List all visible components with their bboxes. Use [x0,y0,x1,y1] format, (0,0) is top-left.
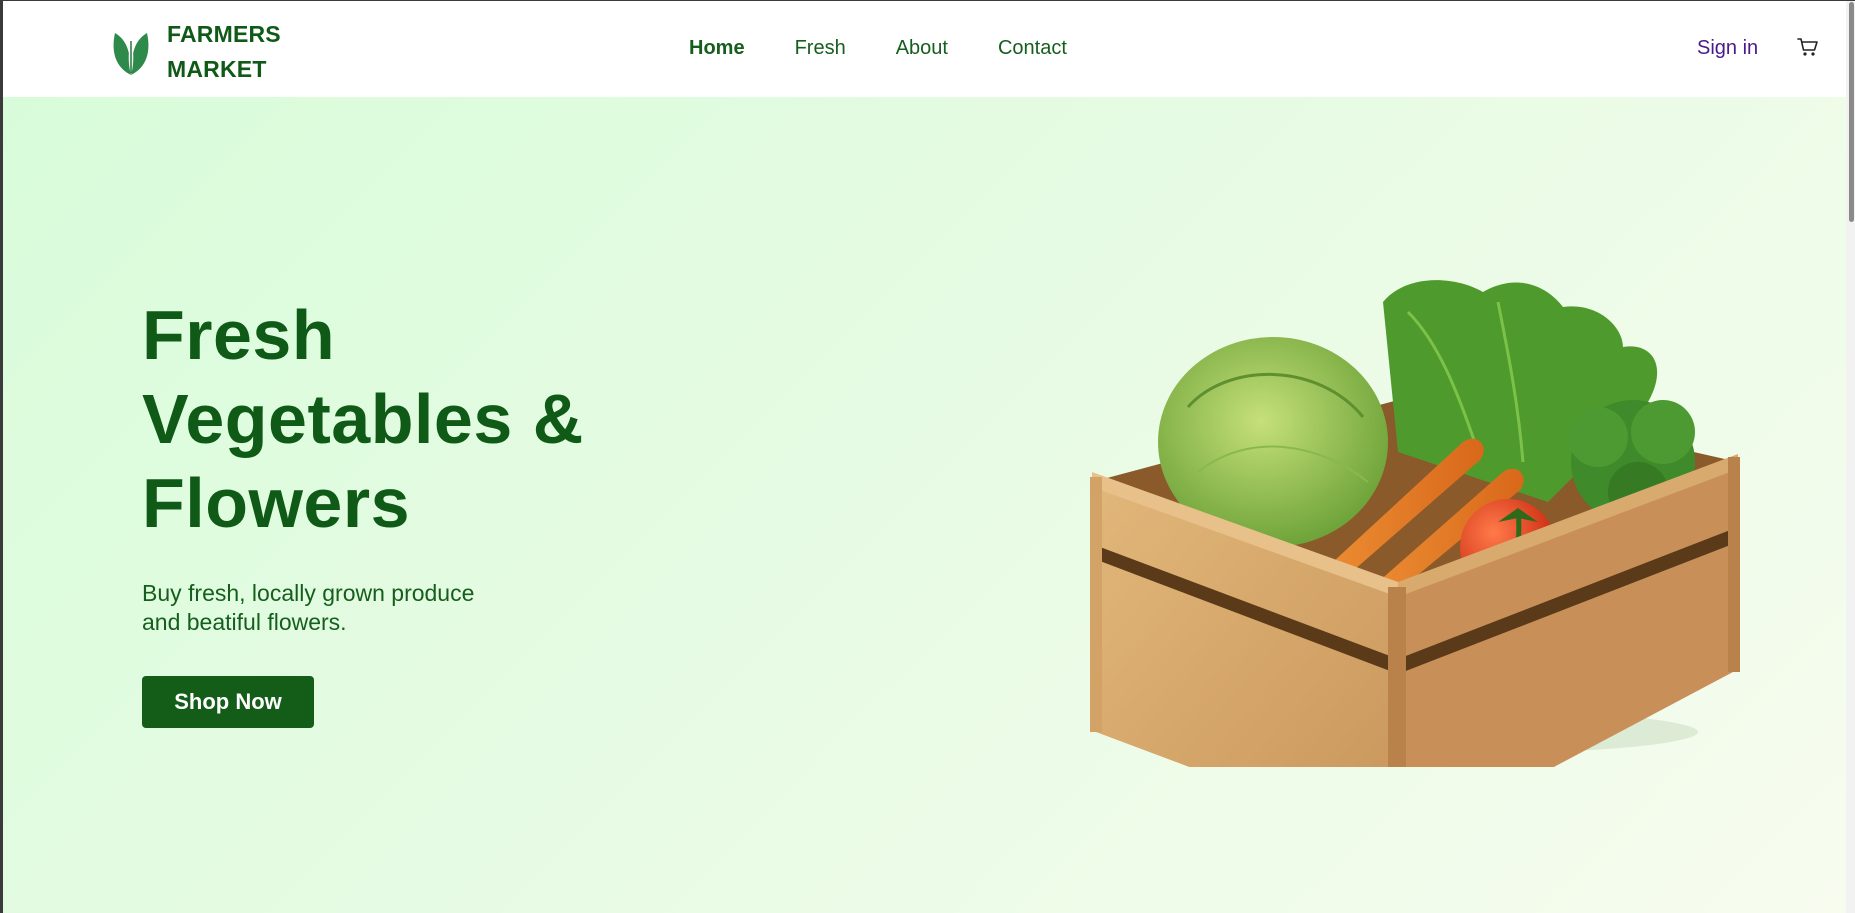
nav-contact[interactable]: Contact [998,37,1067,60]
cart-icon[interactable] [1797,37,1819,57]
nav-about[interactable]: About [896,37,948,60]
sign-in-link[interactable]: Sign in [1697,37,1758,60]
vegetable-crate-image [1090,280,1740,767]
scrollbar-thumb[interactable] [1849,2,1854,222]
brand-name-line1: FARMERS [167,21,281,47]
nav-home[interactable]: Home [689,37,745,60]
brand-logo[interactable]: FARMERS MARKET [109,17,281,87]
hero-title-line: Fresh [142,296,336,374]
brand-name: FARMERS MARKET [167,17,281,87]
hero-subtitle-line: Buy fresh, locally grown produce [142,580,475,606]
brand-name-line2: MARKET [167,56,267,82]
hero-title-line: Vegetables & [142,380,584,458]
shop-now-button[interactable]: Shop Now [142,676,314,728]
hero-title: Fresh Vegetables & Flowers [142,293,584,545]
main-nav: Home Fresh About Contact [689,37,1067,60]
hero-subtitle: Buy fresh, locally grown produce and bea… [142,579,562,637]
site-header: FARMERS MARKET Home Fresh About Contact … [3,1,1846,97]
hero-section: Fresh Vegetables & Flowers Buy fresh, lo… [3,97,1846,913]
leaf-icon [113,33,149,75]
page-scrollbar[interactable] [1846,0,1855,913]
hero-subtitle-line: and beatiful flowers. [142,609,347,635]
hero-title-line: Flowers [142,464,411,542]
nav-fresh[interactable]: Fresh [795,37,846,60]
